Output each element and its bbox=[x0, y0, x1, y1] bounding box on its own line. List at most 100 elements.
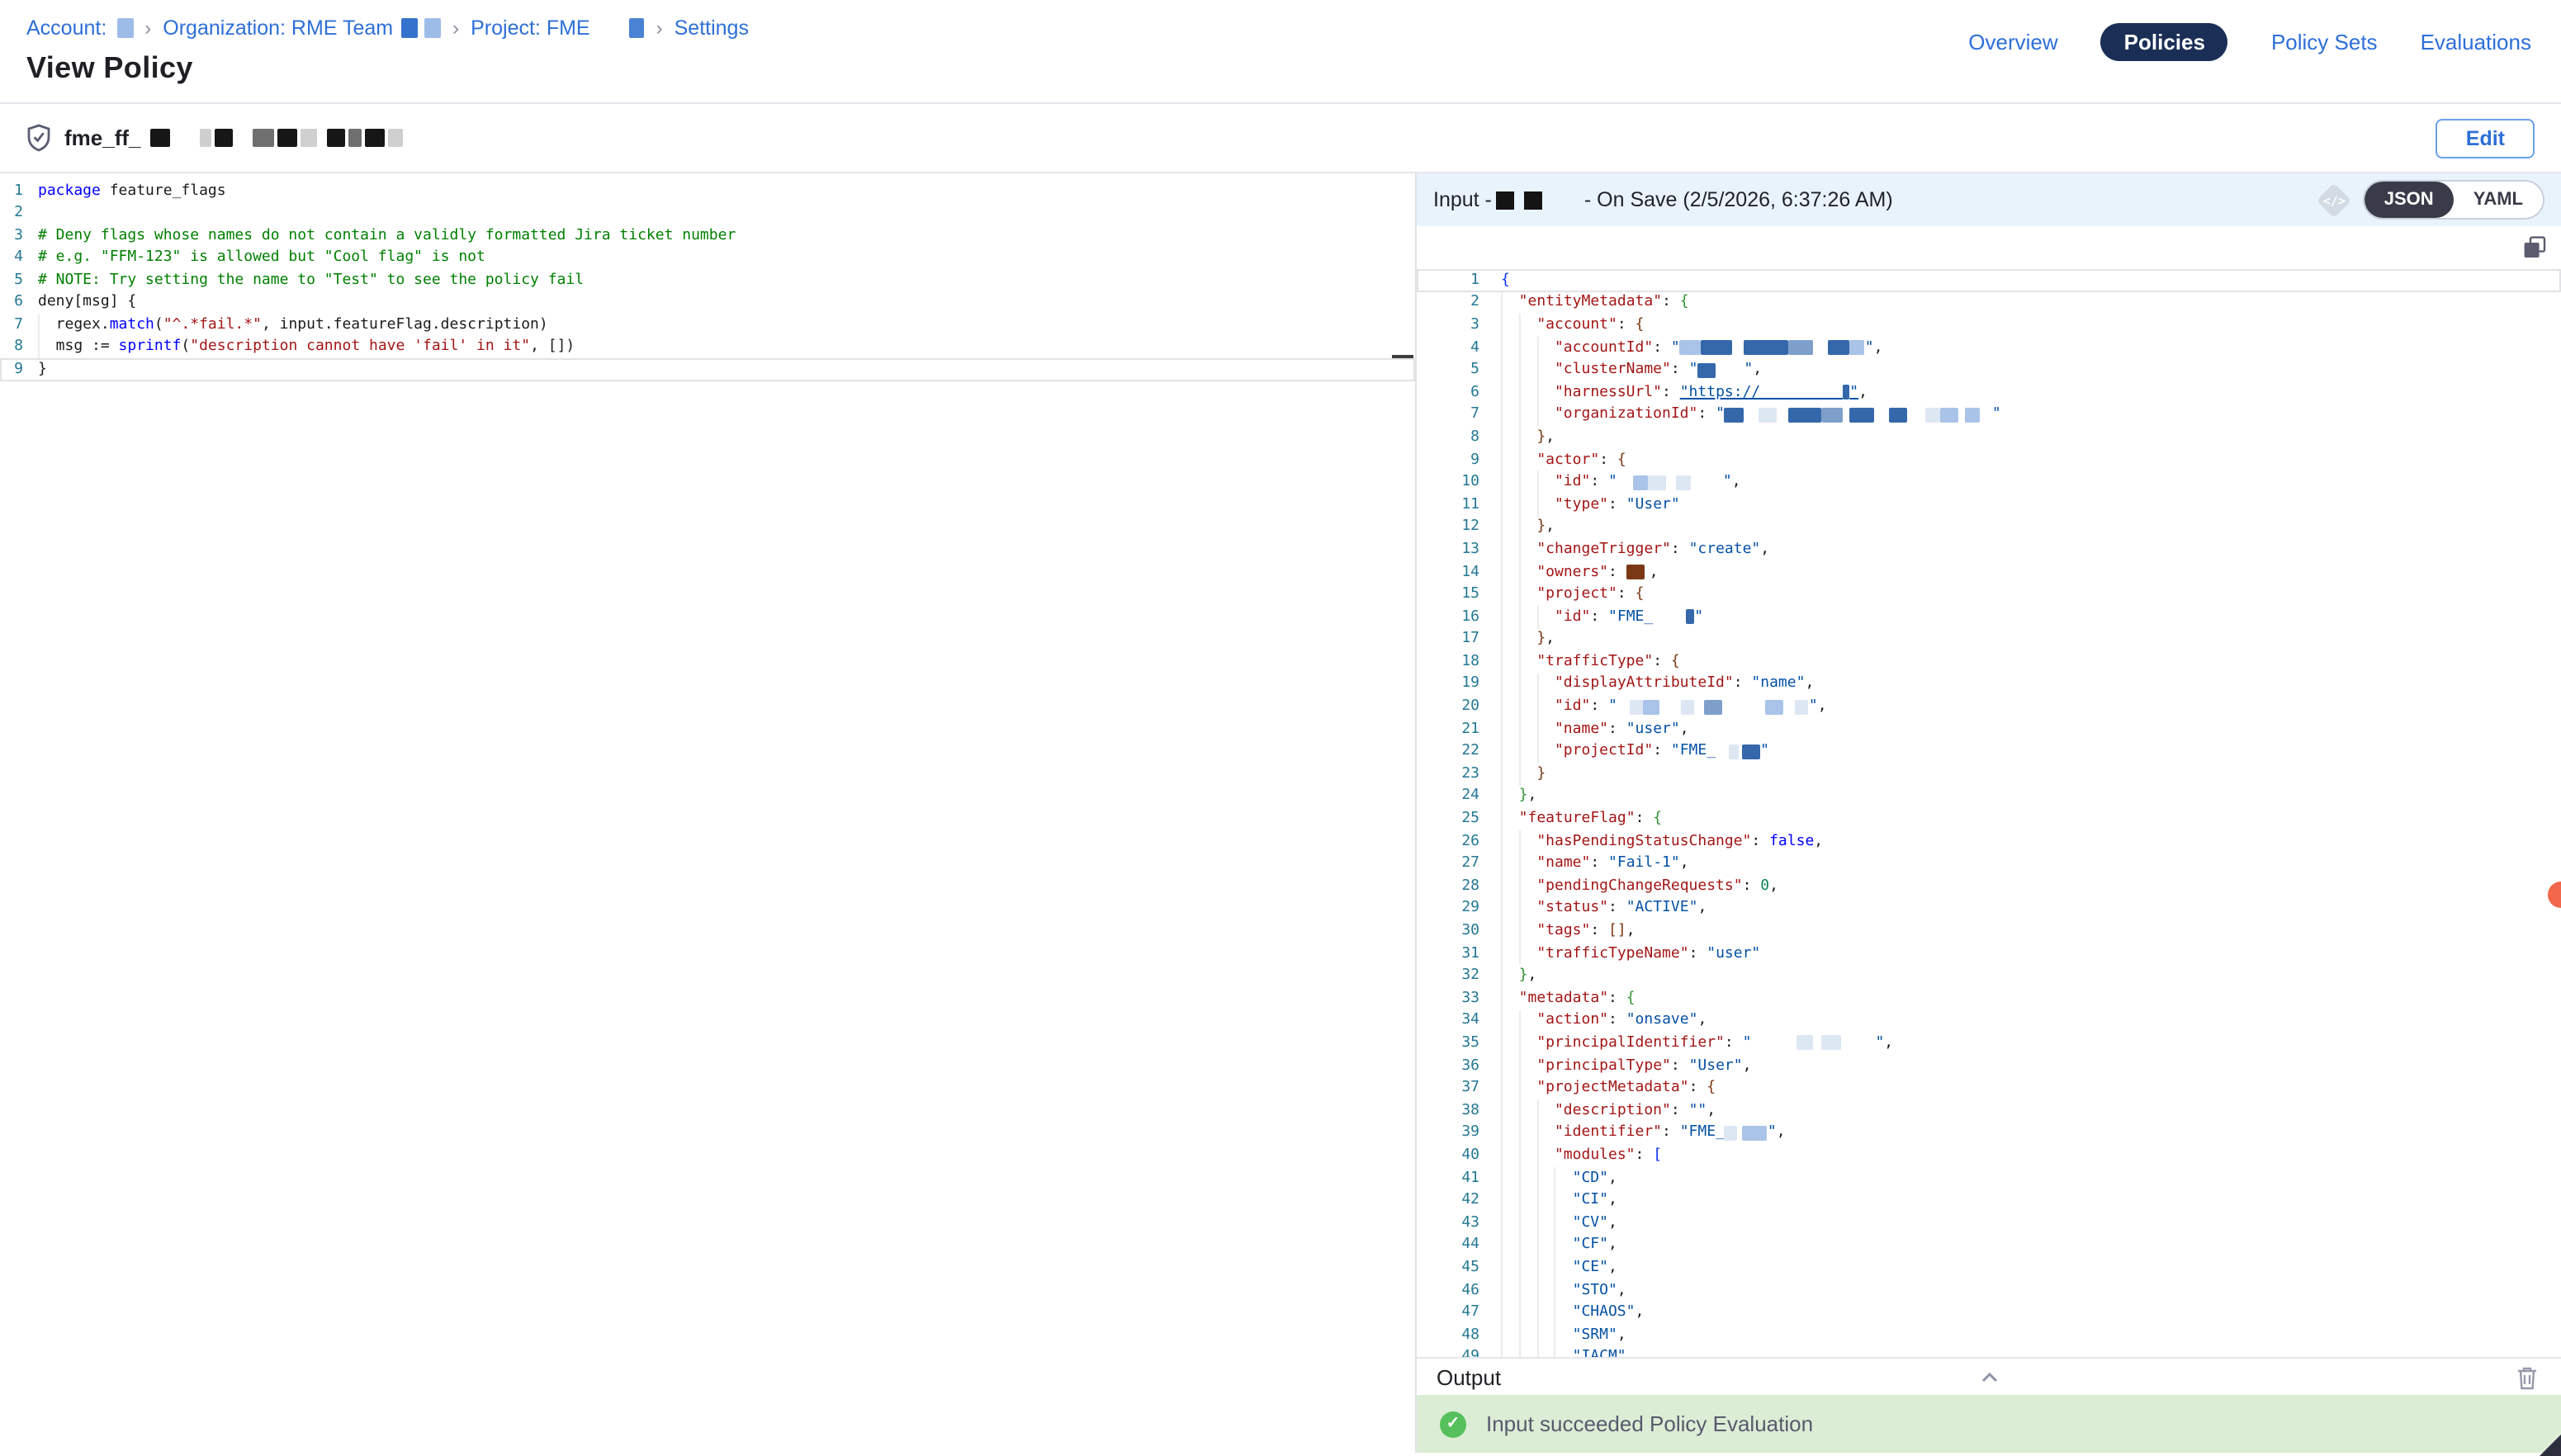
edit-button[interactable]: Edit bbox=[2436, 118, 2535, 158]
code-line: 20"id": "", bbox=[1417, 696, 2561, 718]
chevron-right-icon: › bbox=[656, 17, 663, 40]
view-policy-page: Account: › Organization: RME Team › Proj… bbox=[0, 0, 2561, 1456]
code-line: 37"projectMetadata": { bbox=[1417, 1077, 2561, 1099]
code-line: 30"tags": [], bbox=[1417, 919, 2561, 942]
code-line: 6deny[msg] { bbox=[0, 291, 1415, 314]
line-number: 18 bbox=[1417, 654, 1479, 670]
code-line: 14"owners": , bbox=[1417, 560, 2561, 583]
line-number: 14 bbox=[1417, 564, 1479, 580]
code-line: 19"displayAttributeId": "name", bbox=[1417, 673, 2561, 695]
trash-icon[interactable] bbox=[2516, 1365, 2538, 1398]
redacted-value bbox=[1686, 609, 1694, 624]
code-line: 13"changeTrigger": "create", bbox=[1417, 538, 2561, 560]
line-number: 43 bbox=[1417, 1214, 1479, 1231]
line-number: 38 bbox=[1417, 1103, 1479, 1119]
tab-overview[interactable]: Overview bbox=[1968, 30, 2057, 54]
line-number: 37 bbox=[1417, 1080, 1479, 1096]
code-line: 21"name": "user", bbox=[1417, 718, 2561, 740]
breadcrumb-account-link[interactable]: Account: bbox=[26, 17, 107, 40]
code-line: 9} bbox=[0, 358, 1415, 381]
copy-icon[interactable] bbox=[2523, 236, 2546, 259]
redacted-value bbox=[1850, 408, 1875, 423]
code-line: 45"CE", bbox=[1417, 1256, 2561, 1279]
redacted-value bbox=[1926, 408, 1941, 423]
code-line: 33"metadata": { bbox=[1417, 987, 2561, 1009]
redacted-policy-name bbox=[151, 123, 407, 153]
policy-title-row: fme_ff_ Edit bbox=[0, 104, 2561, 173]
line-number: 1 bbox=[0, 183, 23, 200]
line-number: 9 bbox=[0, 362, 23, 378]
redacted-value bbox=[1829, 340, 1850, 355]
collapse-chevron-icon[interactable] bbox=[1976, 1365, 2001, 1398]
input-json-editor[interactable]: 1{2"entityMetadata": {3"account": {4"acc… bbox=[1417, 226, 2561, 1357]
code-line: 42"CI", bbox=[1417, 1189, 2561, 1212]
code-line: 47"CHAOS", bbox=[1417, 1302, 2561, 1324]
success-message: Input succeeded Policy Evaluation bbox=[1486, 1411, 1813, 1436]
input-label: Input - bbox=[1433, 188, 1492, 211]
code-line: 38"description": "", bbox=[1417, 1099, 2561, 1122]
code-line: 32}, bbox=[1417, 965, 2561, 987]
code-line: 3"account": { bbox=[1417, 314, 2561, 336]
line-number: 41 bbox=[1417, 1170, 1479, 1186]
redacted-value bbox=[1626, 565, 1645, 579]
line-number: 3 bbox=[0, 228, 23, 244]
redacted-input-name bbox=[1525, 191, 1543, 209]
code-line: 48"SRM", bbox=[1417, 1324, 2561, 1346]
line-number: 15 bbox=[1417, 586, 1479, 603]
line-number: 16 bbox=[1417, 608, 1479, 625]
redacted-value bbox=[1729, 745, 1739, 759]
redacted-value bbox=[1705, 699, 1723, 714]
line-number: 46 bbox=[1417, 1282, 1479, 1298]
line-number: 6 bbox=[0, 295, 23, 311]
redacted-value bbox=[1742, 745, 1760, 759]
breadcrumb-settings-link[interactable]: Settings bbox=[675, 17, 749, 40]
redacted-org-block bbox=[424, 18, 441, 38]
policy-code-editor[interactable]: 1package feature_flags23# Deny flags who… bbox=[0, 173, 1417, 1453]
redacted-project-block bbox=[630, 18, 645, 38]
yaml-toggle-button[interactable]: YAML bbox=[2454, 182, 2543, 218]
code-line: 7regex.match("^.*fail.*", input.featureF… bbox=[0, 314, 1415, 336]
line-number: 44 bbox=[1417, 1237, 1479, 1254]
line-number: 20 bbox=[1417, 698, 1479, 715]
code-line: 5# NOTE: Try setting the name to "Test" … bbox=[0, 269, 1415, 291]
line-number: 30 bbox=[1417, 923, 1479, 939]
tab-policy-sets[interactable]: Policy Sets bbox=[2271, 30, 2378, 54]
redacted-org-block bbox=[401, 18, 418, 38]
line-number: 29 bbox=[1417, 901, 1479, 917]
code-line: 49"IACM" bbox=[1417, 1346, 2561, 1357]
redacted-value bbox=[1822, 408, 1844, 423]
code-line: 5"clusterName": "", bbox=[1417, 359, 2561, 381]
output-title: Output bbox=[1417, 1364, 1501, 1389]
line-number: 2 bbox=[1417, 295, 1479, 311]
line-number: 24 bbox=[1417, 788, 1479, 805]
tab-evaluations[interactable]: Evaluations bbox=[2421, 30, 2531, 54]
code-line: 18"trafficType": { bbox=[1417, 650, 2561, 673]
line-number: 45 bbox=[1417, 1260, 1479, 1276]
redacted-value bbox=[1890, 408, 1908, 423]
code-line: 8msg := sprintf("description cannot have… bbox=[0, 336, 1415, 358]
resize-corner bbox=[2540, 1435, 2561, 1456]
code-line: 28"pendingChangeRequests": 0, bbox=[1417, 875, 2561, 897]
json-toggle-button[interactable]: JSON bbox=[2365, 182, 2454, 218]
redacted-value bbox=[1682, 699, 1695, 714]
code-line: 8}, bbox=[1417, 426, 2561, 448]
page-title: View Policy bbox=[26, 51, 749, 86]
code-line: 17}, bbox=[1417, 628, 2561, 650]
code-line: 34"action": "onsave", bbox=[1417, 1009, 2561, 1032]
code-line: 12}, bbox=[1417, 516, 2561, 538]
redacted-value bbox=[1725, 408, 1744, 423]
redacted-value bbox=[1631, 699, 1644, 714]
breadcrumb-project-link[interactable]: Project: FME bbox=[471, 17, 590, 40]
chevron-right-icon: › bbox=[144, 17, 151, 40]
breadcrumb-organization-link[interactable]: Organization: RME Team bbox=[163, 17, 393, 40]
line-number: 35 bbox=[1417, 1035, 1479, 1052]
redacted-value bbox=[1702, 340, 1733, 355]
code-line: 1{ bbox=[1417, 269, 2561, 291]
code-line: 25"featureFlag": { bbox=[1417, 808, 2561, 830]
code-line: 15"project": { bbox=[1417, 584, 2561, 606]
code-line: 3# Deny flags whose names do not contain… bbox=[0, 225, 1415, 247]
code-line: 29"status": "ACTIVE", bbox=[1417, 897, 2561, 919]
redacted-value bbox=[1680, 340, 1702, 355]
tab-policies[interactable]: Policies bbox=[2101, 23, 2228, 61]
line-number: 47 bbox=[1417, 1304, 1479, 1321]
